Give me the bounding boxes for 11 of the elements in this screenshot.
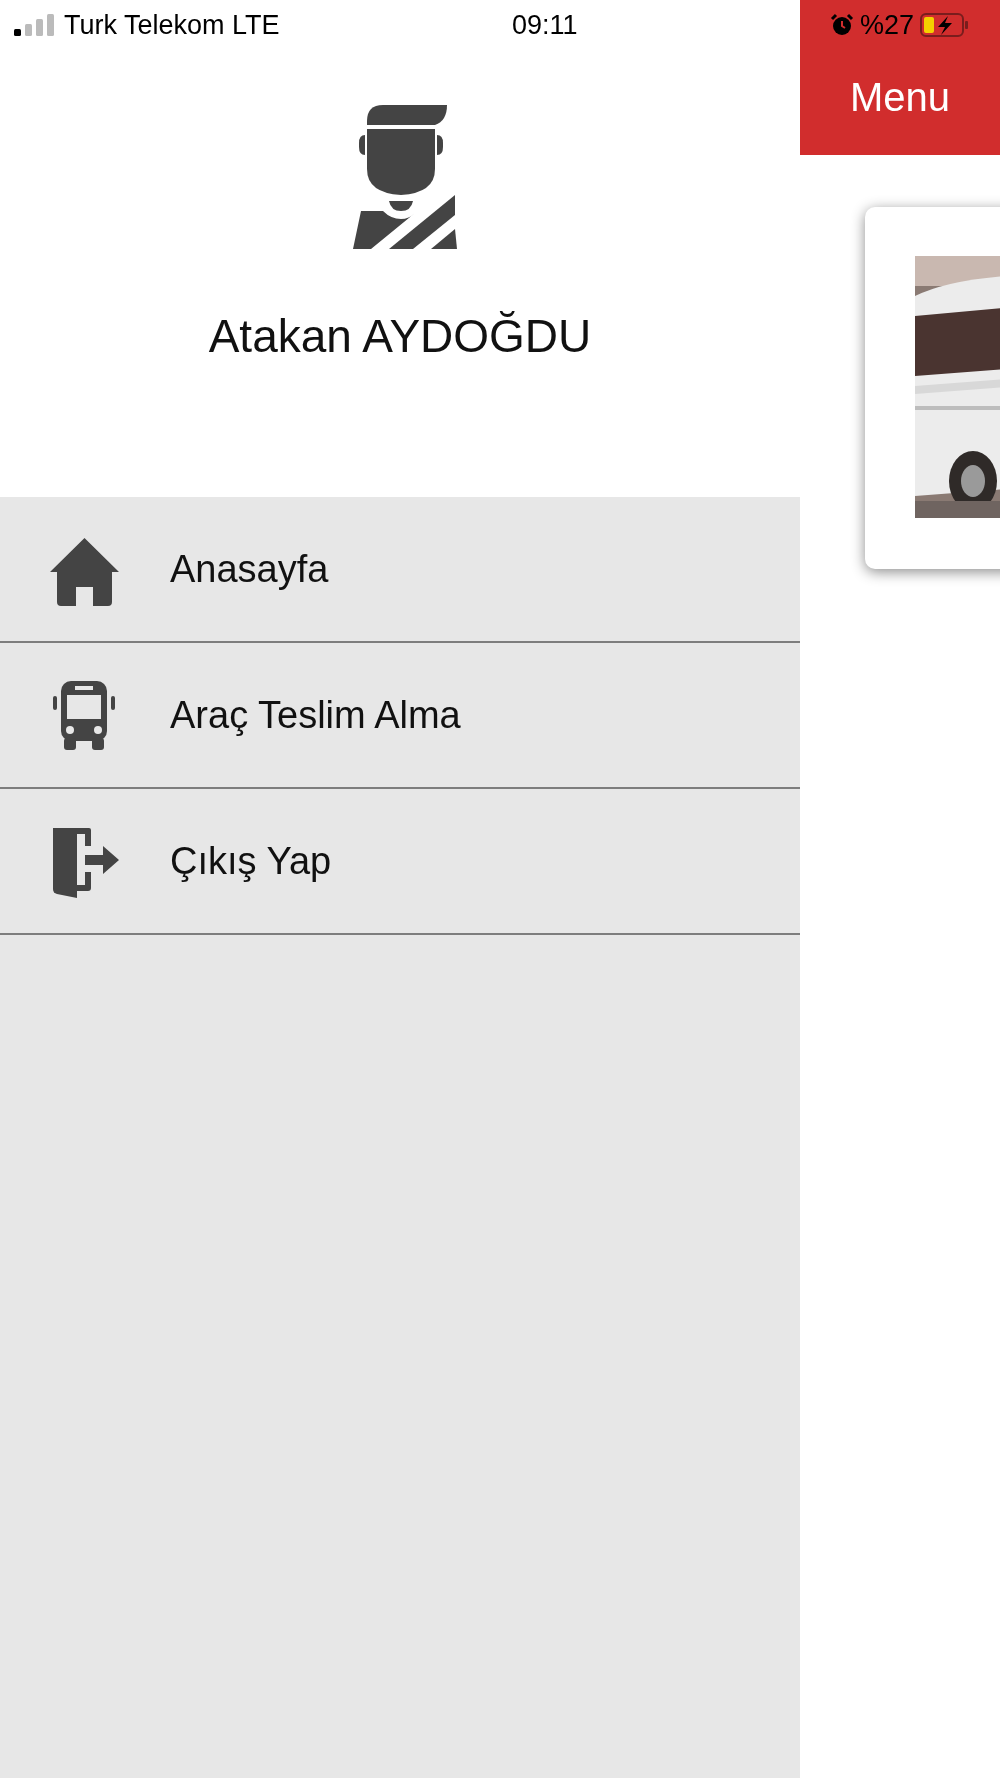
clock-time: 09:11 xyxy=(512,9,578,41)
user-name: Atakan AYDOĞDU xyxy=(208,309,592,363)
menu-item[interactable]: Anasayfa xyxy=(170,547,329,591)
menu-item[interactable]: Araç Teslim Alma xyxy=(170,693,461,737)
menu-item[interactable]: Çıkış Yap xyxy=(170,839,332,883)
carrier-name: Turk Telekom LTE xyxy=(64,9,281,41)
alarm-icon xyxy=(829,13,854,37)
battery-charging-icon xyxy=(920,13,970,37)
signal-icon xyxy=(14,14,56,36)
battery-percent: %27 xyxy=(859,9,914,41)
header-title: Menu xyxy=(849,75,951,120)
